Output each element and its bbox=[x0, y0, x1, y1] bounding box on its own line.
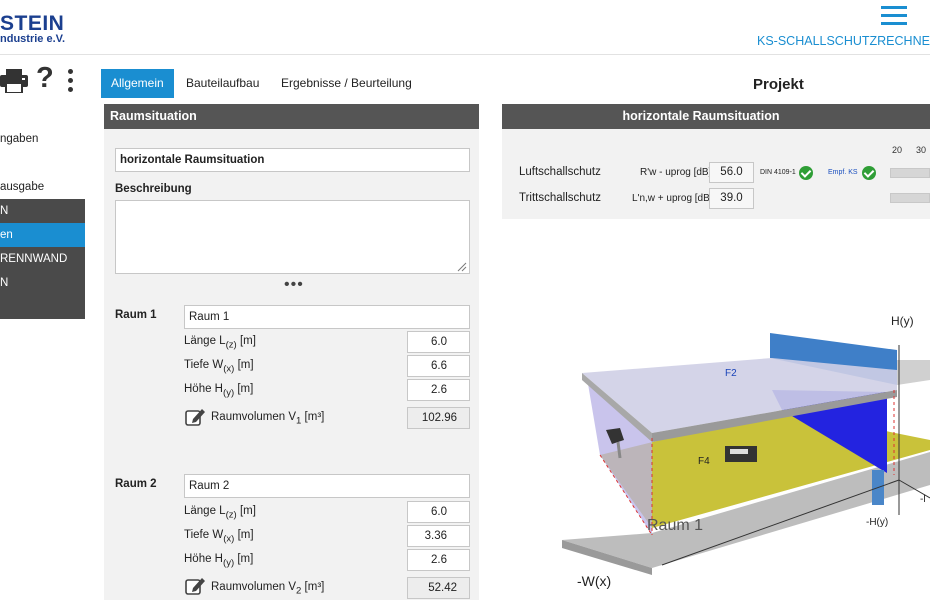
sidebar-item-angaben[interactable]: ngaben bbox=[0, 127, 85, 151]
trittschall-scale-bar bbox=[890, 193, 930, 203]
trittschall-value: 39.0 bbox=[709, 188, 754, 209]
raum2-hoehe-label: Höhe H(y) [m] bbox=[184, 553, 254, 569]
edit-icon[interactable] bbox=[185, 407, 207, 426]
scale-tick-label: 20 bbox=[892, 145, 903, 155]
raum1-tiefe-label: Tiefe W(x) [m] bbox=[184, 359, 254, 375]
label-neg-w-x: -W(x) bbox=[577, 573, 611, 589]
help-icon[interactable]: ? bbox=[36, 62, 54, 95]
scale-tick-label: 30 bbox=[916, 145, 927, 155]
app-title-link[interactable]: KS-SCHALLSCHUTZRECHNER bbox=[757, 34, 930, 48]
edit-icon[interactable] bbox=[185, 576, 207, 595]
label-h-y: H(y) bbox=[891, 314, 914, 328]
sidebar-item-trennwand[interactable]: RENNWAND bbox=[0, 247, 85, 271]
luftschall-formula: R'w - uprog [dB] bbox=[640, 167, 712, 178]
din-label: DIN 4109-1 bbox=[760, 169, 796, 176]
situation-select[interactable]: horizontale Raumsituation bbox=[115, 148, 470, 172]
logo-subtitle: ndustrie e.V. bbox=[0, 33, 66, 45]
raum1-laenge-label: Länge L(z) [m] bbox=[184, 335, 256, 351]
raum1-tiefe-input[interactable]: 6.6 bbox=[407, 355, 470, 377]
right-panel-title: horizontale Raumsituation bbox=[502, 104, 930, 129]
raum2-name-input[interactable]: Raum 2 bbox=[184, 474, 470, 498]
right-slab bbox=[897, 360, 930, 385]
raum2-label: Raum 2 bbox=[115, 478, 157, 490]
check-icon bbox=[799, 166, 813, 180]
kebab-menu-icon[interactable] bbox=[68, 69, 74, 96]
raum2-tiefe-input[interactable]: 3.36 bbox=[407, 525, 470, 547]
projekt-title: Projekt bbox=[753, 76, 804, 93]
printer-icon[interactable] bbox=[0, 69, 28, 93]
label-f2: F2 bbox=[725, 368, 737, 379]
tab-allgemein[interactable]: Allgemein bbox=[101, 69, 174, 98]
hamburger-menu-icon[interactable] bbox=[881, 6, 907, 28]
trittschall-formula: L'n,w + uprog [dB] bbox=[632, 193, 713, 204]
speaker-stand bbox=[616, 441, 622, 459]
luftschall-scale-bar bbox=[890, 168, 930, 178]
sidebar-item-empty[interactable] bbox=[0, 295, 85, 319]
label-f4: F4 bbox=[698, 456, 710, 467]
raum1-hoehe-label: Höhe H(y) [m] bbox=[184, 383, 254, 399]
raum2-hoehe-input[interactable]: 2.6 bbox=[407, 549, 470, 571]
beschreibung-textarea[interactable] bbox=[115, 200, 470, 274]
trittschall-label: Trittschallschutz bbox=[519, 192, 602, 204]
label-neg-edge: -l bbox=[920, 494, 926, 505]
check-icon bbox=[862, 166, 876, 180]
raum1-hoehe-input[interactable]: 2.6 bbox=[407, 379, 470, 401]
raum2-tiefe-label: Tiefe W(x) [m] bbox=[184, 529, 254, 545]
room-3d-view[interactable]: F2 F4 Raum 1 H(y) -H(y) -W(x) -l bbox=[502, 230, 930, 600]
top-header: STEIN ndustrie e.V. KS-SCHALLSCHUTZRECHN… bbox=[0, 0, 930, 55]
raum1-volumen-label: Raumvolumen V1 [m³] bbox=[211, 411, 325, 427]
raum2-volumen-value: 52.42 bbox=[407, 577, 470, 599]
more-dots-icon[interactable]: ••• bbox=[284, 276, 304, 294]
sidebar-item-active[interactable]: en bbox=[0, 223, 85, 247]
tab-ergebnisse[interactable]: Ergebnisse / Beurteilung bbox=[281, 69, 412, 98]
room-label: Raum 1 bbox=[647, 517, 703, 534]
sidebar-item-blank[interactable] bbox=[0, 151, 85, 175]
raum1-volumen-value: 102.96 bbox=[407, 407, 470, 429]
sidebar-item-n1[interactable]: N bbox=[0, 199, 85, 223]
resize-handle-icon[interactable] bbox=[456, 261, 467, 272]
raum2-volumen-label: Raumvolumen V2 [m³] bbox=[211, 581, 325, 597]
sidebar-item-n2[interactable]: N bbox=[0, 271, 85, 295]
label-neg-h-y: -H(y) bbox=[866, 517, 888, 528]
sidebar: ngaben ausgabe N en RENNWAND N bbox=[0, 127, 85, 319]
sidebar-item-ausgabe[interactable]: ausgabe bbox=[0, 175, 85, 199]
results-panel: Luftschallschutz R'w - uprog [dB] 56.0 D… bbox=[502, 129, 930, 219]
luftschall-value: 56.0 bbox=[709, 162, 754, 183]
raum1-laenge-input[interactable]: 6.0 bbox=[407, 331, 470, 353]
raum1-label: Raum 1 bbox=[115, 309, 157, 321]
tab-bauteilaufbau[interactable]: Bauteilaufbau bbox=[186, 69, 259, 98]
beschreibung-label: Beschreibung bbox=[115, 183, 192, 195]
raumsituation-panel: Raumsituation horizontale Raumsituation … bbox=[104, 104, 479, 600]
panel-title: Raumsituation bbox=[104, 104, 479, 129]
raum1-name-input[interactable]: Raum 1 bbox=[184, 305, 470, 329]
raum2-laenge-label: Länge L(z) [m] bbox=[184, 505, 256, 521]
raum2-laenge-input[interactable]: 6.0 bbox=[407, 501, 470, 523]
luftschall-label: Luftschallschutz bbox=[519, 166, 601, 178]
empf-ks-label: Empf. KS bbox=[828, 169, 858, 176]
